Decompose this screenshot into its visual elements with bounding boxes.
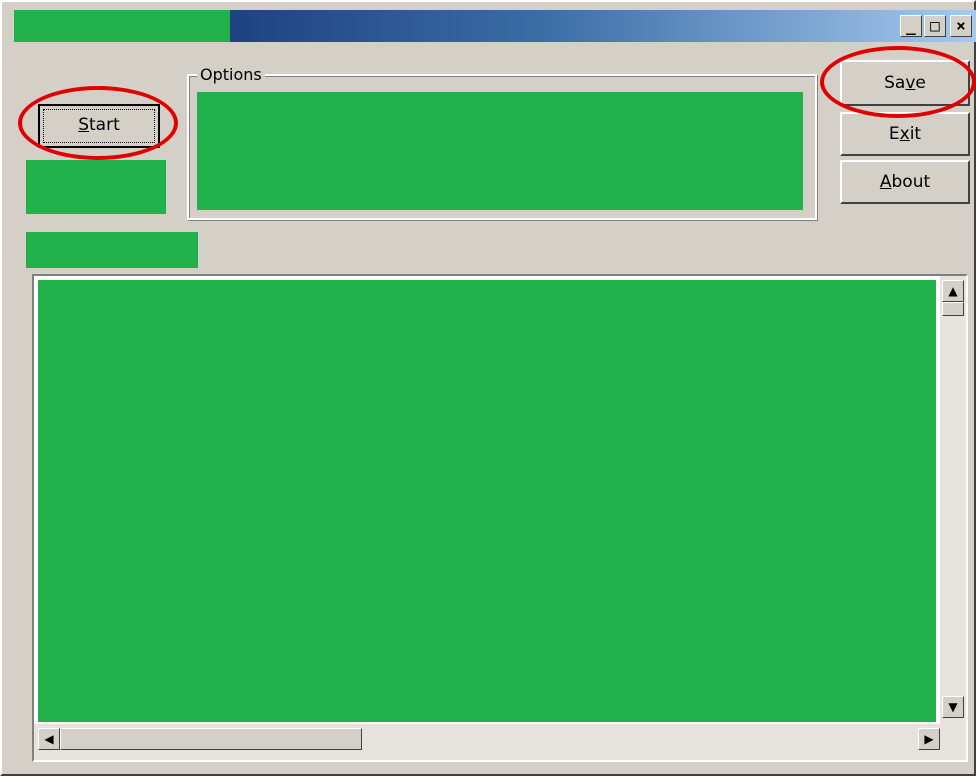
start-label-mnemonic: S [78,115,90,135]
start-button[interactable]: Start [38,104,160,148]
about-button[interactable]: About [840,160,970,204]
redacted-title [14,10,230,42]
maximize-button[interactable]: □ [924,15,946,37]
save-label-after: e [915,73,926,93]
vertical-scroll-thumb[interactable] [942,302,964,316]
about-label-after: bout [891,172,931,192]
scroll-left-button[interactable]: ◀ [38,728,60,750]
exit-button[interactable]: Exit [840,112,970,156]
close-icon: × [956,16,966,35]
minimize-icon: _ [906,16,916,35]
exit-label-mnemonic: x [899,124,910,144]
scroll-right-icon: ▶ [924,732,934,746]
save-label-mnemonic: v [905,73,916,93]
scroll-left-icon: ◀ [44,732,54,746]
maximize-icon: □ [930,16,940,35]
exit-label-before: E [888,124,900,144]
scroll-right-button[interactable]: ▶ [918,728,940,750]
scroll-down-icon: ▼ [948,700,958,714]
minimize-button[interactable]: _ [900,15,922,37]
redacted-output-content [38,280,936,722]
save-button[interactable]: Save [840,60,970,106]
horizontal-scroll-thumb[interactable] [60,728,362,750]
title-bar[interactable]: _ □ × [14,10,976,42]
vertical-scrollbar[interactable] [940,276,966,726]
save-label-before: Sa [884,73,906,93]
redacted-status-field [26,160,166,214]
options-group-label: Options [197,66,265,84]
about-label-mnemonic: A [879,172,892,192]
scroll-up-button[interactable]: ▲ [942,280,964,302]
scroll-down-button[interactable]: ▼ [942,696,964,718]
start-label-rest: tart [89,115,120,135]
redacted-label [26,232,198,268]
exit-label-after: it [909,124,922,144]
close-button[interactable]: × [950,15,972,37]
scroll-up-icon: ▲ [948,284,958,298]
redacted-options-content [197,92,803,210]
output-listbox[interactable]: ▲ ▼ ◀ ▶ [32,274,968,762]
application-window: _ □ × Start Options Save Exit About ▲ ▼ … [0,0,976,776]
